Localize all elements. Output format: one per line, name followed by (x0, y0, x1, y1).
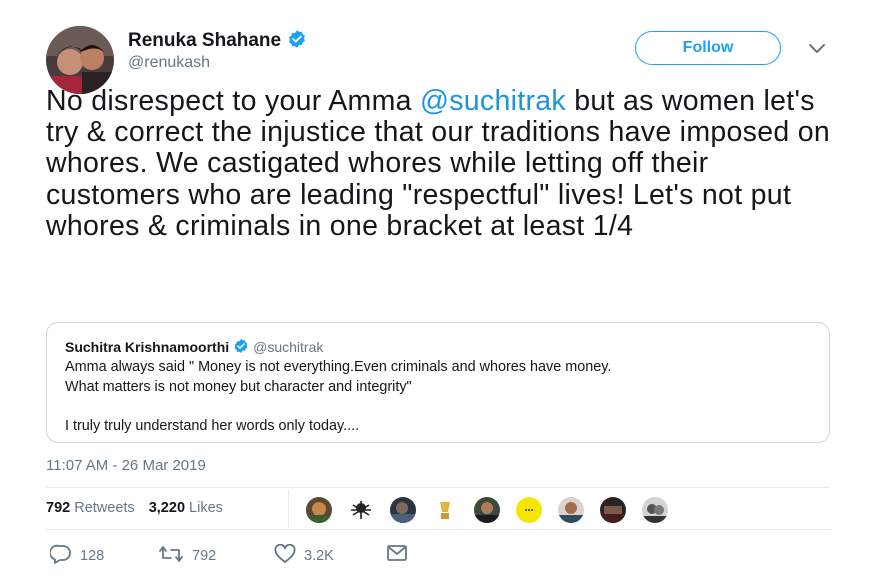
retweet-button[interactable]: 792 (158, 544, 216, 568)
divider (46, 529, 830, 530)
liker-avatar[interactable] (642, 497, 668, 523)
tweet-timestamp[interactable]: 11:07 AM - 26 Mar 2019 (46, 457, 206, 474)
liker-avatar[interactable] (516, 497, 542, 523)
quoted-tweet[interactable]: Suchitra Krishnamoorthi @suchitrak Amma a… (46, 322, 830, 443)
liker-avatar[interactable] (306, 497, 332, 523)
tweet-text: No disrespect to your Amma @suchitrak bu… (46, 85, 831, 242)
follow-button[interactable]: Follow (635, 31, 781, 65)
verified-badge-icon (233, 338, 249, 357)
author-avatar[interactable] (46, 26, 114, 94)
liker-avatar[interactable] (432, 497, 458, 523)
mention-link[interactable]: @suchitrak (420, 85, 566, 117)
liker-avatar[interactable] (474, 497, 500, 523)
reply-icon (49, 544, 80, 568)
retweets-stat[interactable]: 792 Retweets (46, 500, 135, 516)
verified-badge-icon (287, 29, 307, 55)
quoted-author-handle: @suchitrak (253, 339, 324, 355)
likes-stat[interactable]: 3,220 Likes (149, 500, 223, 516)
envelope-icon (386, 544, 416, 566)
chevron-down-icon[interactable] (808, 42, 826, 60)
quoted-author-name: Suchitra Krishnamoorthi (65, 339, 230, 355)
author-name[interactable]: Renuka Shahane (128, 29, 307, 55)
direct-message-button[interactable] (386, 544, 416, 566)
liker-avatar[interactable] (600, 497, 626, 523)
divider (46, 487, 830, 488)
heart-icon (274, 543, 304, 568)
retweet-icon (158, 544, 192, 568)
liker-avatar[interactable] (348, 497, 374, 523)
tweet-stats: 792 Retweets 3,220 Likes (46, 500, 233, 516)
liker-avatar[interactable] (390, 497, 416, 523)
like-button[interactable]: 3.2K (274, 543, 334, 568)
quoted-tweet-text: Amma always said " Money is not everythi… (65, 358, 815, 436)
reply-button[interactable]: 128 (49, 544, 104, 568)
tweet-card: Renuka Shahane @renukash Follow No disre… (0, 0, 875, 583)
author-handle[interactable]: @renukash (128, 54, 210, 72)
liker-avatar[interactable] (558, 497, 584, 523)
divider (288, 490, 289, 528)
quoted-tweet-header: Suchitra Krishnamoorthi @suchitrak (65, 338, 323, 357)
